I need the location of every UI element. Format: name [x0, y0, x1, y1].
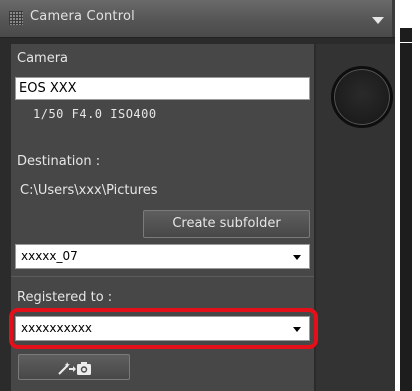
- destination-path: C:\Users\xxx\Pictures: [20, 183, 158, 198]
- camera-control-panel: Camera Control Camera EOS XXX 1/50 F4.0 …: [0, 0, 395, 391]
- camera-section-label: Camera: [17, 51, 69, 66]
- grip-icon[interactable]: [9, 11, 23, 25]
- capture-button[interactable]: [18, 354, 130, 380]
- destination-label: Destination :: [17, 154, 101, 169]
- create-subfolder-button[interactable]: Create subfolder: [143, 210, 310, 238]
- subfolder-select-value: xxxxx_07: [21, 249, 78, 263]
- section-divider: [11, 276, 314, 277]
- live-view-button[interactable]: [331, 66, 393, 128]
- panel-titlebar[interactable]: Camera Control: [0, 0, 395, 38]
- camera-model-field: EOS XXX: [15, 77, 310, 100]
- scrollbar[interactable]: [395, 0, 420, 391]
- wand-to-camera-icon: [58, 362, 91, 375]
- camera-settings-readout: 1/50 F4.0 ISO400: [33, 107, 157, 121]
- scroll-track[interactable]: [400, 43, 412, 391]
- dropdown-arrow-icon[interactable]: [372, 17, 384, 24]
- subfolder-select[interactable]: xxxxx_07: [15, 244, 310, 269]
- highlight-outline: [9, 308, 318, 349]
- chevron-down-icon[interactable]: [293, 254, 301, 260]
- registered-to-label: Registered to :: [17, 290, 113, 305]
- panel-title: Camera Control: [30, 9, 135, 24]
- scroll-up-button[interactable]: [400, 28, 412, 42]
